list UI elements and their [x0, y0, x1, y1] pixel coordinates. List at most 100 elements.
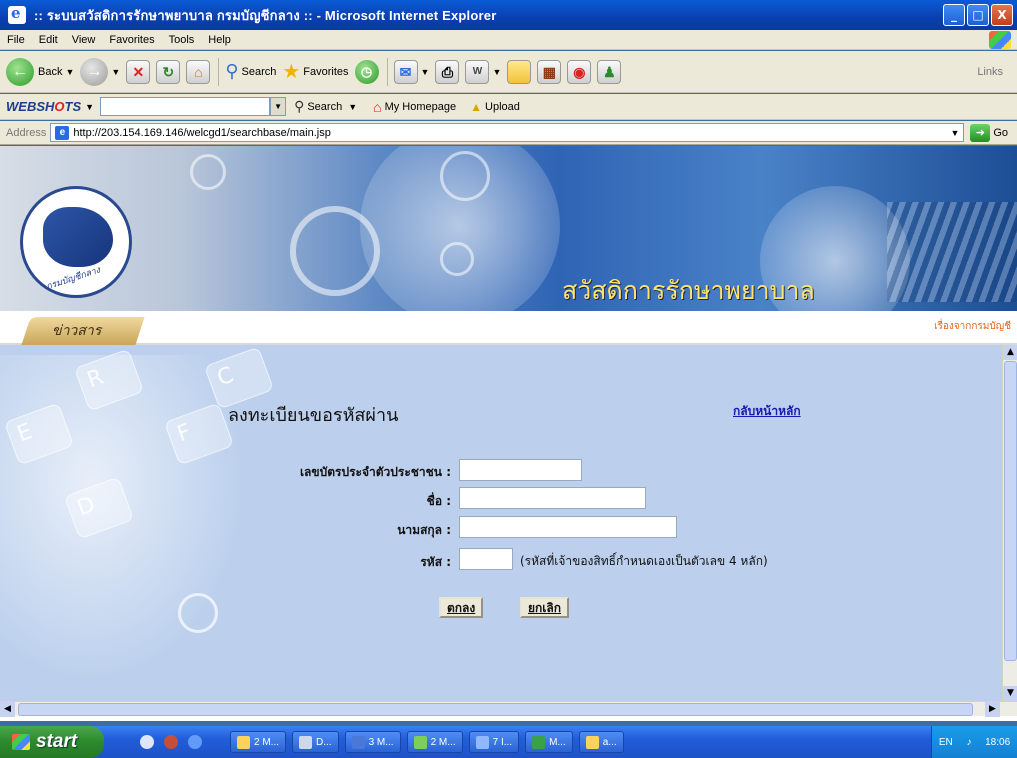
decor-gear — [178, 593, 218, 633]
chevron-down-icon[interactable]: ▼ — [348, 102, 357, 112]
folder-icon — [507, 59, 532, 84]
word-icon — [351, 735, 365, 749]
taskbar-item-excel[interactable]: M... — [525, 731, 573, 753]
register-panel: R E F D C ลงทะเบียนขอรหัสผ่าน กลับหน้าหล… — [0, 345, 1002, 701]
seal-text: กรมบัญชีกลาง — [45, 265, 102, 293]
paint-icon — [585, 735, 599, 749]
scroll-left-icon[interactable]: ◀ — [0, 702, 15, 717]
back-to-home-link[interactable]: กลับหน้าหลัก — [733, 402, 801, 421]
comptroller-home-link[interactable]: เรื่องจากกรมบัญชี — [934, 319, 1011, 334]
taskbar-item-ie[interactable]: 7 I... — [468, 731, 520, 753]
cancel-button[interactable]: ยกเลิก — [520, 597, 570, 618]
search-icon: ⚲ — [225, 61, 239, 81]
taskbar-item-folders[interactable]: 2 M... — [230, 731, 287, 753]
scroll-down-icon[interactable]: ▼ — [1003, 686, 1017, 701]
taskbar-item-word[interactable]: 3 M... — [344, 731, 401, 753]
comptroller-seal-logo: กรมบัญชีกลาง — [20, 186, 132, 298]
webshots-logo[interactable]: WEBSHOTS — [6, 99, 81, 114]
volume-icon[interactable]: ♪ — [966, 737, 971, 748]
taskbar-item-label: M... — [549, 736, 566, 748]
chevron-down-icon[interactable]: ▼ — [492, 67, 501, 77]
taskbar-item-label: a... — [602, 736, 617, 748]
refresh-button[interactable]: ↻ — [156, 59, 181, 84]
taskbar-item-app[interactable]: D... — [292, 731, 339, 753]
home-icon: ⌂ — [373, 98, 382, 115]
excel-icon — [532, 735, 546, 749]
research-button[interactable]: ▦ — [537, 59, 562, 84]
chevron-down-icon[interactable]: ▼ — [65, 67, 74, 77]
news-tab-label[interactable]: ข่าวสาร — [52, 320, 101, 342]
taskbar-item-msn[interactable]: 2 M... — [406, 731, 463, 753]
webshots-logo-prefix: WEBSH — [6, 99, 55, 114]
code-input[interactable] — [459, 548, 513, 570]
go-button[interactable]: Go — [993, 127, 1008, 139]
decor-glow — [360, 146, 560, 311]
links-label[interactable]: Links — [977, 66, 1003, 78]
back-label: Back — [38, 65, 63, 78]
title-bar: :: ระบบสวัสดิการรักษาพยาบาล กรมบัญชีกลาง… — [0, 0, 1017, 30]
webshots-search-dropdown[interactable]: ▼ — [270, 97, 287, 116]
taskbar-item-label: D... — [316, 736, 332, 748]
go-arrow-icon[interactable]: ➜ — [970, 123, 991, 142]
menu-help[interactable]: Help — [201, 34, 238, 46]
address-input[interactable]: e http://203.154.169.146/welcgd1/searchb… — [50, 123, 965, 142]
code-label: รหัส : — [420, 555, 451, 569]
stop-button[interactable]: ✕ — [126, 59, 151, 84]
start-button[interactable]: start — [0, 726, 104, 758]
vertical-scrollbar[interactable]: ▲ ▼ — [1002, 345, 1017, 701]
first-name-input[interactable] — [459, 487, 646, 509]
webshots-search-button[interactable]: ⚲ Search ▼ — [294, 98, 357, 115]
ok-button[interactable]: ตกลง — [439, 597, 484, 618]
menu-edit[interactable]: Edit — [32, 34, 65, 46]
menu-tools[interactable]: Tools — [162, 34, 202, 46]
edit-button[interactable]: W ▼ — [465, 59, 501, 84]
msn-button[interactable]: ♟ — [597, 59, 622, 84]
taskbar-item-label: 3 M... — [368, 736, 394, 748]
search-button[interactable]: ⚲ Search — [225, 61, 276, 82]
horizontal-scrollbar[interactable]: ◀ ▶ — [0, 701, 1017, 717]
ie-icon — [475, 735, 489, 749]
print-button[interactable]: ⎙ — [435, 59, 460, 84]
webshots-toolbar: WEBSHOTS ▼ ▼ ⚲ Search ▼ ⌂ My Homepage ▲ … — [0, 94, 1017, 120]
menu-favorites[interactable]: Favorites — [102, 34, 161, 46]
upload-button[interactable]: ▲ Upload — [470, 100, 520, 114]
decor-key: R — [73, 348, 145, 412]
last-name-input[interactable] — [459, 516, 677, 538]
webshots-logo-suffix: TS — [64, 99, 82, 114]
webshots-search-input[interactable] — [100, 97, 271, 116]
my-homepage-button[interactable]: ⌂ My Homepage — [373, 99, 456, 115]
chevron-down-icon[interactable]: ▼ — [950, 128, 959, 138]
chevron-down-icon[interactable]: ▼ — [85, 102, 94, 112]
folder-button[interactable] — [507, 59, 532, 84]
menu-view[interactable]: View — [65, 34, 103, 46]
citizen-id-input[interactable] — [459, 459, 582, 481]
menu-file[interactable]: File — [0, 34, 32, 46]
system-tray: EN ♪ 18:06 — [931, 726, 1017, 758]
star-icon: ★ — [282, 61, 301, 83]
decor-key: D — [63, 476, 135, 540]
scroll-up-icon[interactable]: ▲ — [1003, 345, 1017, 360]
address-label: Address — [6, 126, 47, 139]
forward-button[interactable]: → ▼ — [80, 57, 120, 86]
favorites-button[interactable]: ★ Favorites — [282, 59, 348, 84]
scroll-right-icon[interactable]: ▶ — [985, 702, 1000, 717]
horizontal-scroll-thumb[interactable] — [18, 703, 973, 716]
home-button[interactable]: ⌂ — [186, 59, 211, 84]
vertical-scroll-thumb[interactable] — [1004, 361, 1017, 661]
mail-button[interactable]: ✉ ▼ — [393, 59, 430, 84]
messenger-button[interactable]: ◉ — [567, 59, 592, 84]
ie-quicklaunch-icon[interactable] — [188, 735, 202, 749]
toolbar-divider — [386, 57, 388, 86]
language-indicator[interactable]: EN — [939, 737, 953, 748]
show-desktop-icon[interactable] — [140, 735, 154, 749]
close-button[interactable]: X — [991, 4, 1013, 26]
maximize-button[interactable]: □ — [967, 4, 989, 26]
my-homepage-label: My Homepage — [384, 100, 457, 113]
back-button[interactable]: ← Back ▼ — [6, 57, 74, 86]
chevron-down-icon[interactable]: ▼ — [111, 67, 120, 77]
chevron-down-icon[interactable]: ▼ — [421, 67, 430, 77]
opera-icon[interactable] — [164, 735, 178, 749]
taskbar-item-paint[interactable]: a... — [578, 731, 624, 753]
minimize-button[interactable]: _ — [943, 4, 965, 26]
history-button[interactable]: ◷ — [354, 59, 379, 84]
